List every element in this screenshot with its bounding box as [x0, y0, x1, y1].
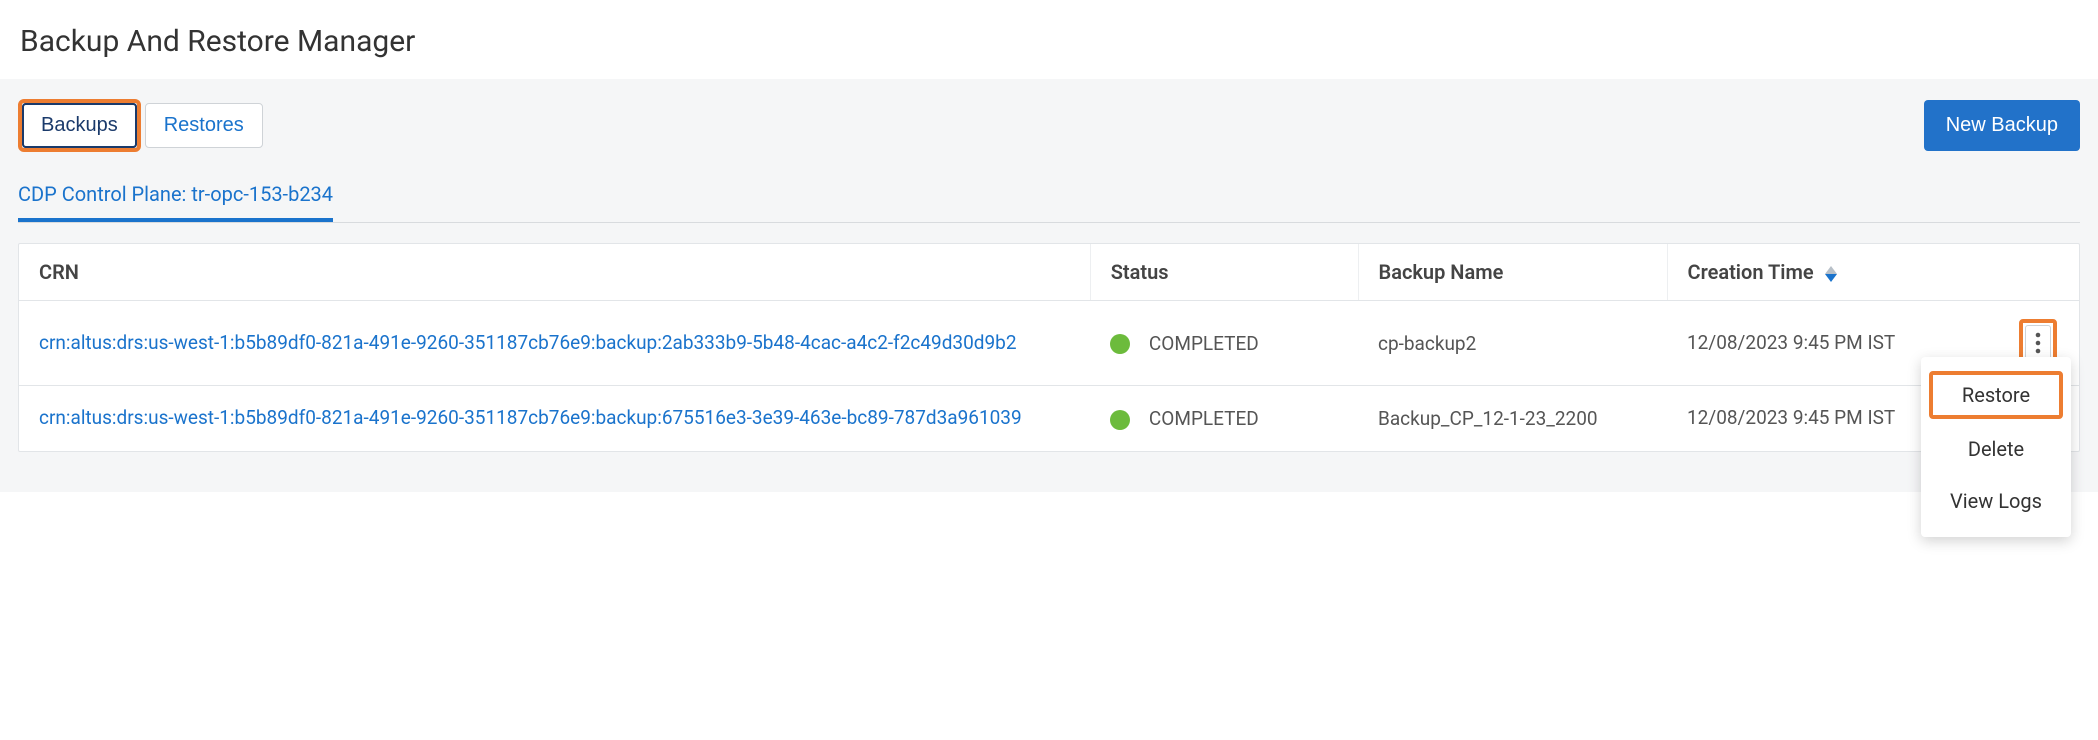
col-header-creation-time[interactable]: Creation Time — [1667, 244, 2079, 301]
action-restore[interactable]: Restore — [1929, 371, 2063, 419]
backup-name-cell: Backup_CP_12-1-23_2200 — [1358, 386, 1667, 451]
row-actions-button[interactable] — [2025, 325, 2051, 361]
new-backup-button[interactable]: New Backup — [1924, 100, 2080, 151]
action-delete[interactable]: Delete — [1921, 423, 2071, 475]
status-dot-icon — [1110, 334, 1130, 354]
control-plane-tab[interactable]: CDP Control Plane: tr-opc-153-b234 — [18, 176, 333, 222]
status-dot-icon — [1110, 410, 1130, 430]
table-row: crn:altus:drs:us-west-1:b5b89df0-821a-49… — [19, 386, 2079, 451]
control-plane-tab-row: CDP Control Plane: tr-opc-153-b234 — [18, 176, 2080, 223]
row-actions-menu: Restore Delete View Logs — [1921, 357, 2071, 537]
crn-link[interactable]: crn:altus:drs:us-west-1:b5b89df0-821a-49… — [39, 331, 1017, 354]
table-row: crn:altus:drs:us-west-1:b5b89df0-821a-49… — [19, 301, 2079, 386]
crn-link[interactable]: crn:altus:drs:us-west-1:b5b89df0-821a-49… — [39, 406, 1022, 429]
backups-table: CRN Status Backup Name Creation Time crn… — [18, 243, 2080, 452]
control-plane-name: tr-opc-153-b234 — [191, 182, 333, 206]
status-text: COMPLETED — [1149, 332, 1259, 355]
tab-group: Backups Restores — [18, 99, 263, 152]
content-area: Backups Restores New Backup CDP Control … — [0, 79, 2098, 492]
kebab-icon — [2035, 332, 2041, 354]
action-view-logs[interactable]: View Logs — [1921, 475, 2071, 527]
creation-time-label: Creation Time — [1688, 260, 1814, 284]
page-title: Backup And Restore Manager — [0, 0, 2098, 79]
col-header-crn[interactable]: CRN — [19, 244, 1090, 301]
toolbar: Backups Restores New Backup — [18, 99, 2080, 152]
control-plane-prefix: CDP Control Plane: — [18, 182, 191, 206]
status-text: COMPLETED — [1149, 407, 1259, 430]
col-header-status[interactable]: Status — [1090, 244, 1358, 301]
sort-icon — [1825, 266, 1837, 282]
col-header-backup-name[interactable]: Backup Name — [1358, 244, 1667, 301]
tab-backups[interactable]: Backups — [22, 103, 137, 148]
tab-backups-highlight: Backups — [18, 99, 141, 152]
backup-name-cell: cp-backup2 — [1358, 301, 1667, 386]
tab-restores[interactable]: Restores — [145, 103, 263, 148]
